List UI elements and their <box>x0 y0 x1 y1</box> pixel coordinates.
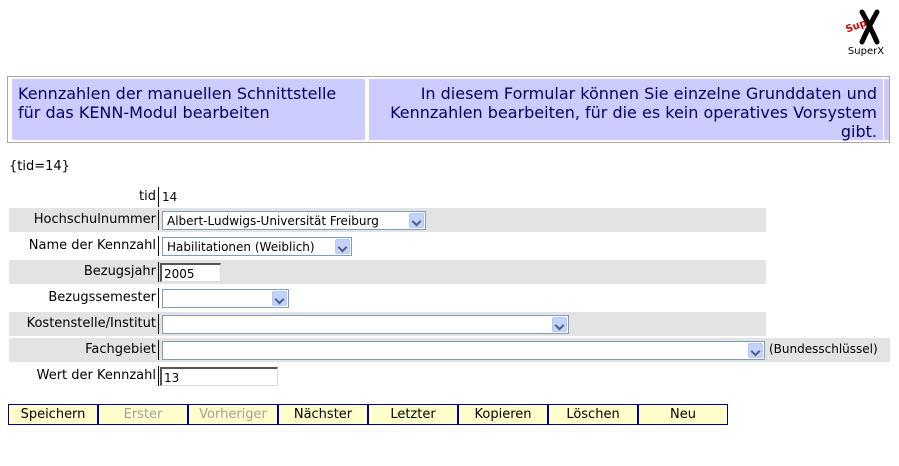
last-button[interactable]: Letzter <box>368 404 458 425</box>
fachgebiet-note: (Bundesschlüssel) <box>769 342 878 356</box>
form-row-kennzahl-name: Name der Kennzahl Habilitationen (Weibli… <box>9 234 766 258</box>
new-button[interactable]: Neu <box>638 404 728 425</box>
bezugssemester-select[interactable] <box>162 289 289 308</box>
chevron-down-icon[interactable] <box>409 213 424 228</box>
form-row-hochschulnummer: Hochschulnummer Albert-Ludwigs-Universit… <box>9 208 766 232</box>
hochschulnummer-label: Hochschulnummer <box>33 212 156 227</box>
first-button[interactable]: Erster <box>98 404 188 425</box>
chevron-down-icon[interactable] <box>552 317 567 332</box>
form-row-bezugssemester: Bezugssemester <box>9 286 766 310</box>
kennzahl-name-label: Name der Kennzahl <box>28 238 156 253</box>
bezugssemester-label: Bezugssemester <box>48 290 156 305</box>
save-button[interactable]: Speichern <box>8 404 98 425</box>
fachgebiet-select[interactable] <box>162 341 765 360</box>
divider <box>158 187 159 207</box>
tid-label: tid <box>139 189 156 204</box>
wert-label: Wert der Kennzahl <box>36 368 156 383</box>
divider <box>158 366 159 386</box>
kennzahl-name-selected: Habilitationen (Weiblich) <box>167 240 315 254</box>
wert-input[interactable]: 13 <box>160 367 278 386</box>
superx-logo-mark: Sup <box>844 9 880 45</box>
divider <box>158 236 159 256</box>
superx-logo: Sup SuperX <box>840 6 892 58</box>
page-description: In diesem Formular können Sie einzelne G… <box>369 79 883 141</box>
form-row-bezugsjahr: Bezugsjahr 2005 <box>9 260 766 284</box>
kennzahl-name-select[interactable]: Habilitationen (Weiblich) <box>162 237 352 256</box>
kostenstelle-label: Kostenstelle/Institut <box>26 316 156 331</box>
chevron-down-icon[interactable] <box>272 291 287 306</box>
copy-button[interactable]: Kopieren <box>458 404 548 425</box>
kostenstelle-select[interactable] <box>162 315 569 334</box>
delete-button[interactable]: Löschen <box>548 404 638 425</box>
next-button[interactable]: Nächster <box>278 404 368 425</box>
form-row-tid: tid 14 <box>9 185 766 209</box>
form-row-kostenstelle: Kostenstelle/Institut <box>9 312 766 336</box>
divider <box>158 262 159 282</box>
page-title: Kennzahlen der manuellen Schnittstelle f… <box>12 79 365 140</box>
divider <box>158 314 159 334</box>
page-header: Kennzahlen der manuellen Schnittstelle f… <box>7 76 890 143</box>
header-divider <box>884 79 889 140</box>
wert-value: 13 <box>164 371 180 385</box>
tid-note: {tid=14} <box>9 159 70 174</box>
divider <box>158 340 159 360</box>
bezugsjahr-label: Bezugsjahr <box>83 264 156 279</box>
fachgebiet-label: Fachgebiet <box>85 342 156 357</box>
chevron-down-icon[interactable] <box>335 239 350 254</box>
form-row-fachgebiet: Fachgebiet (Bundesschlüssel) <box>9 338 890 362</box>
tid-value: 14 <box>162 190 178 204</box>
divider <box>158 210 159 230</box>
logo-text: SuperX <box>847 46 885 57</box>
form-row-wert: Wert der Kennzahl 13 <box>9 364 766 388</box>
hochschulnummer-select[interactable]: Albert-Ludwigs-Universität Freiburg <box>162 211 426 230</box>
bezugsjahr-input[interactable]: 2005 <box>160 263 221 282</box>
hochschulnummer-selected: Albert-Ludwigs-Universität Freiburg <box>167 214 379 228</box>
divider <box>158 288 159 308</box>
bezugsjahr-value: 2005 <box>164 267 195 281</box>
chevron-down-icon[interactable] <box>748 343 763 358</box>
previous-button[interactable]: Vorheriger <box>188 404 278 425</box>
